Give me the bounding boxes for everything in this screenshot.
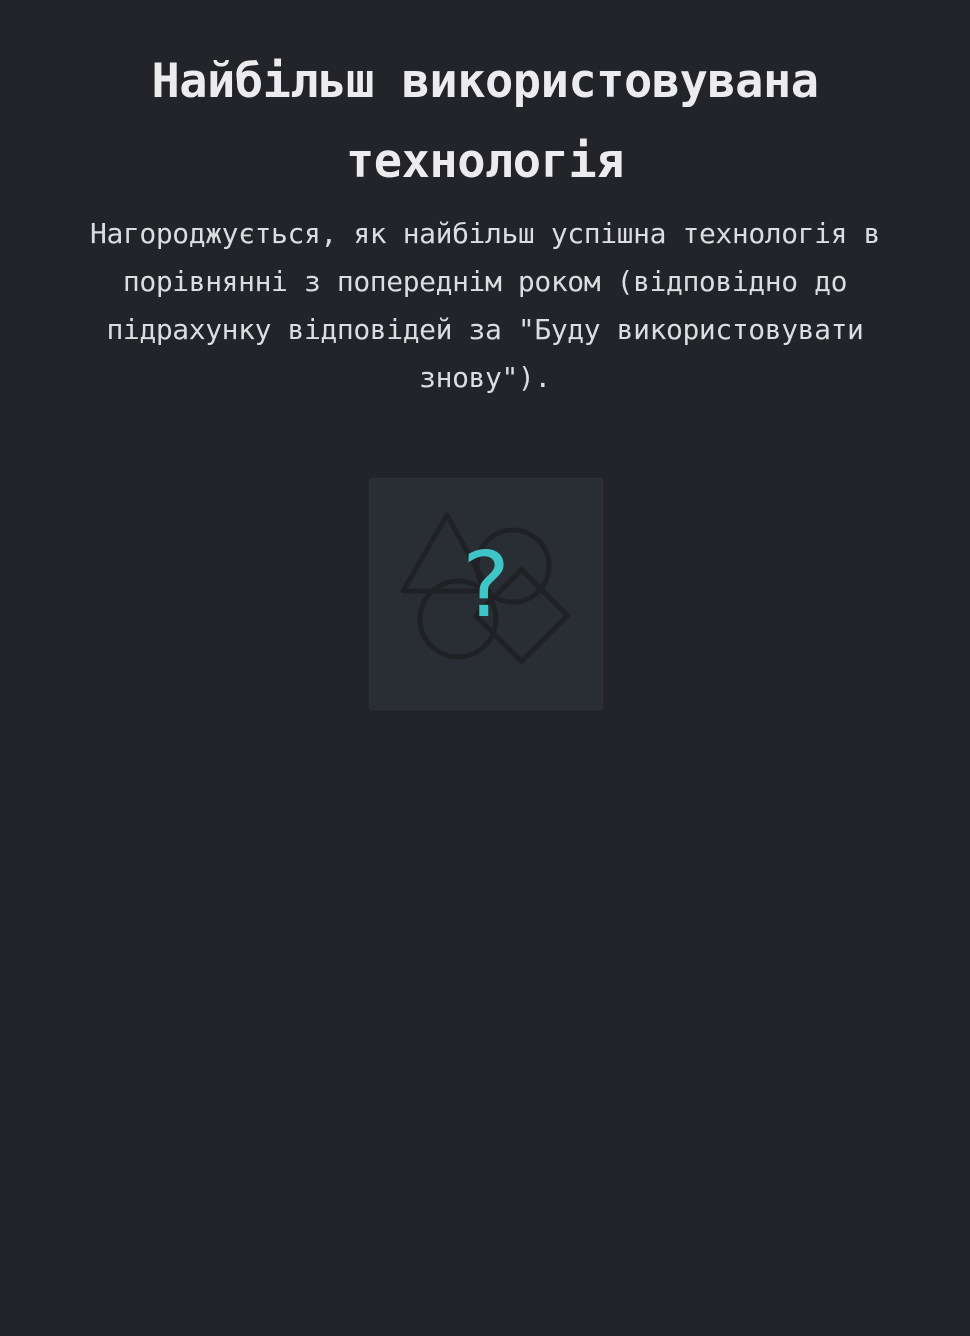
- image-placeholder: ?: [369, 478, 603, 710]
- award-title: Найбільш використовувана технологія: [151, 54, 819, 189]
- question-mark-icon: ?: [462, 533, 510, 638]
- award-description: Нагороджується, як найбільш успішна техн…: [90, 217, 880, 394]
